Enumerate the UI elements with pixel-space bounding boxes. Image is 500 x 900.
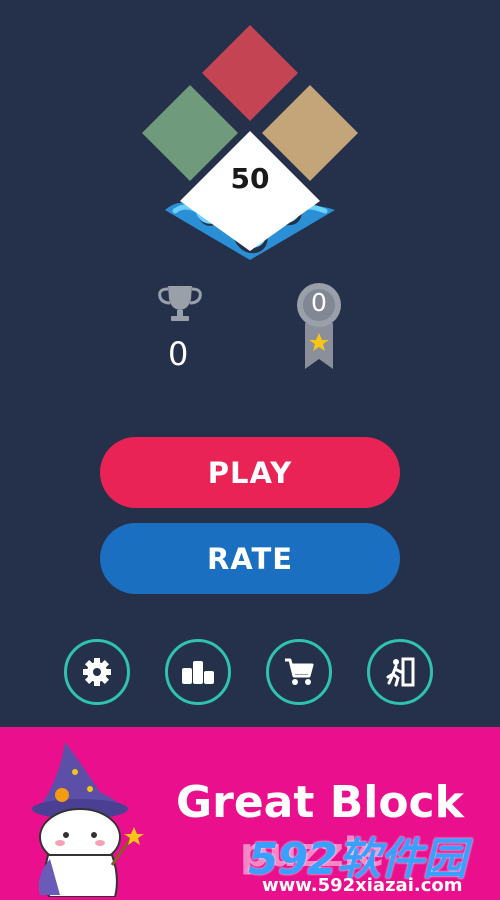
ad-banner[interactable]: Great Block puzzle 592软件园 www.592xiazai.… [0, 727, 500, 900]
exit-icon [386, 657, 415, 687]
banner-title: Great Block [176, 777, 464, 828]
logo-tile-red [202, 25, 298, 121]
medal-count: 0 [311, 288, 327, 317]
leaderboard-icon [182, 661, 214, 684]
wizard-cat-icon [32, 742, 144, 897]
trophy-icon [158, 286, 202, 321]
exit-button[interactable] [367, 639, 433, 705]
gear-icon [83, 658, 111, 686]
game-logo: 50 [142, 25, 358, 260]
settings-button[interactable] [64, 639, 130, 705]
best-score: 0 [168, 335, 189, 373]
watermark-url: www.592xiazai.com [262, 875, 463, 896]
shop-button[interactable] [266, 639, 332, 705]
play-button[interactable]: PLAY [100, 437, 400, 508]
cart-icon [285, 658, 314, 685]
logo-score: 50 [231, 162, 270, 195]
leaderboard-button[interactable] [165, 639, 231, 705]
rate-button[interactable]: RATE [100, 523, 400, 594]
